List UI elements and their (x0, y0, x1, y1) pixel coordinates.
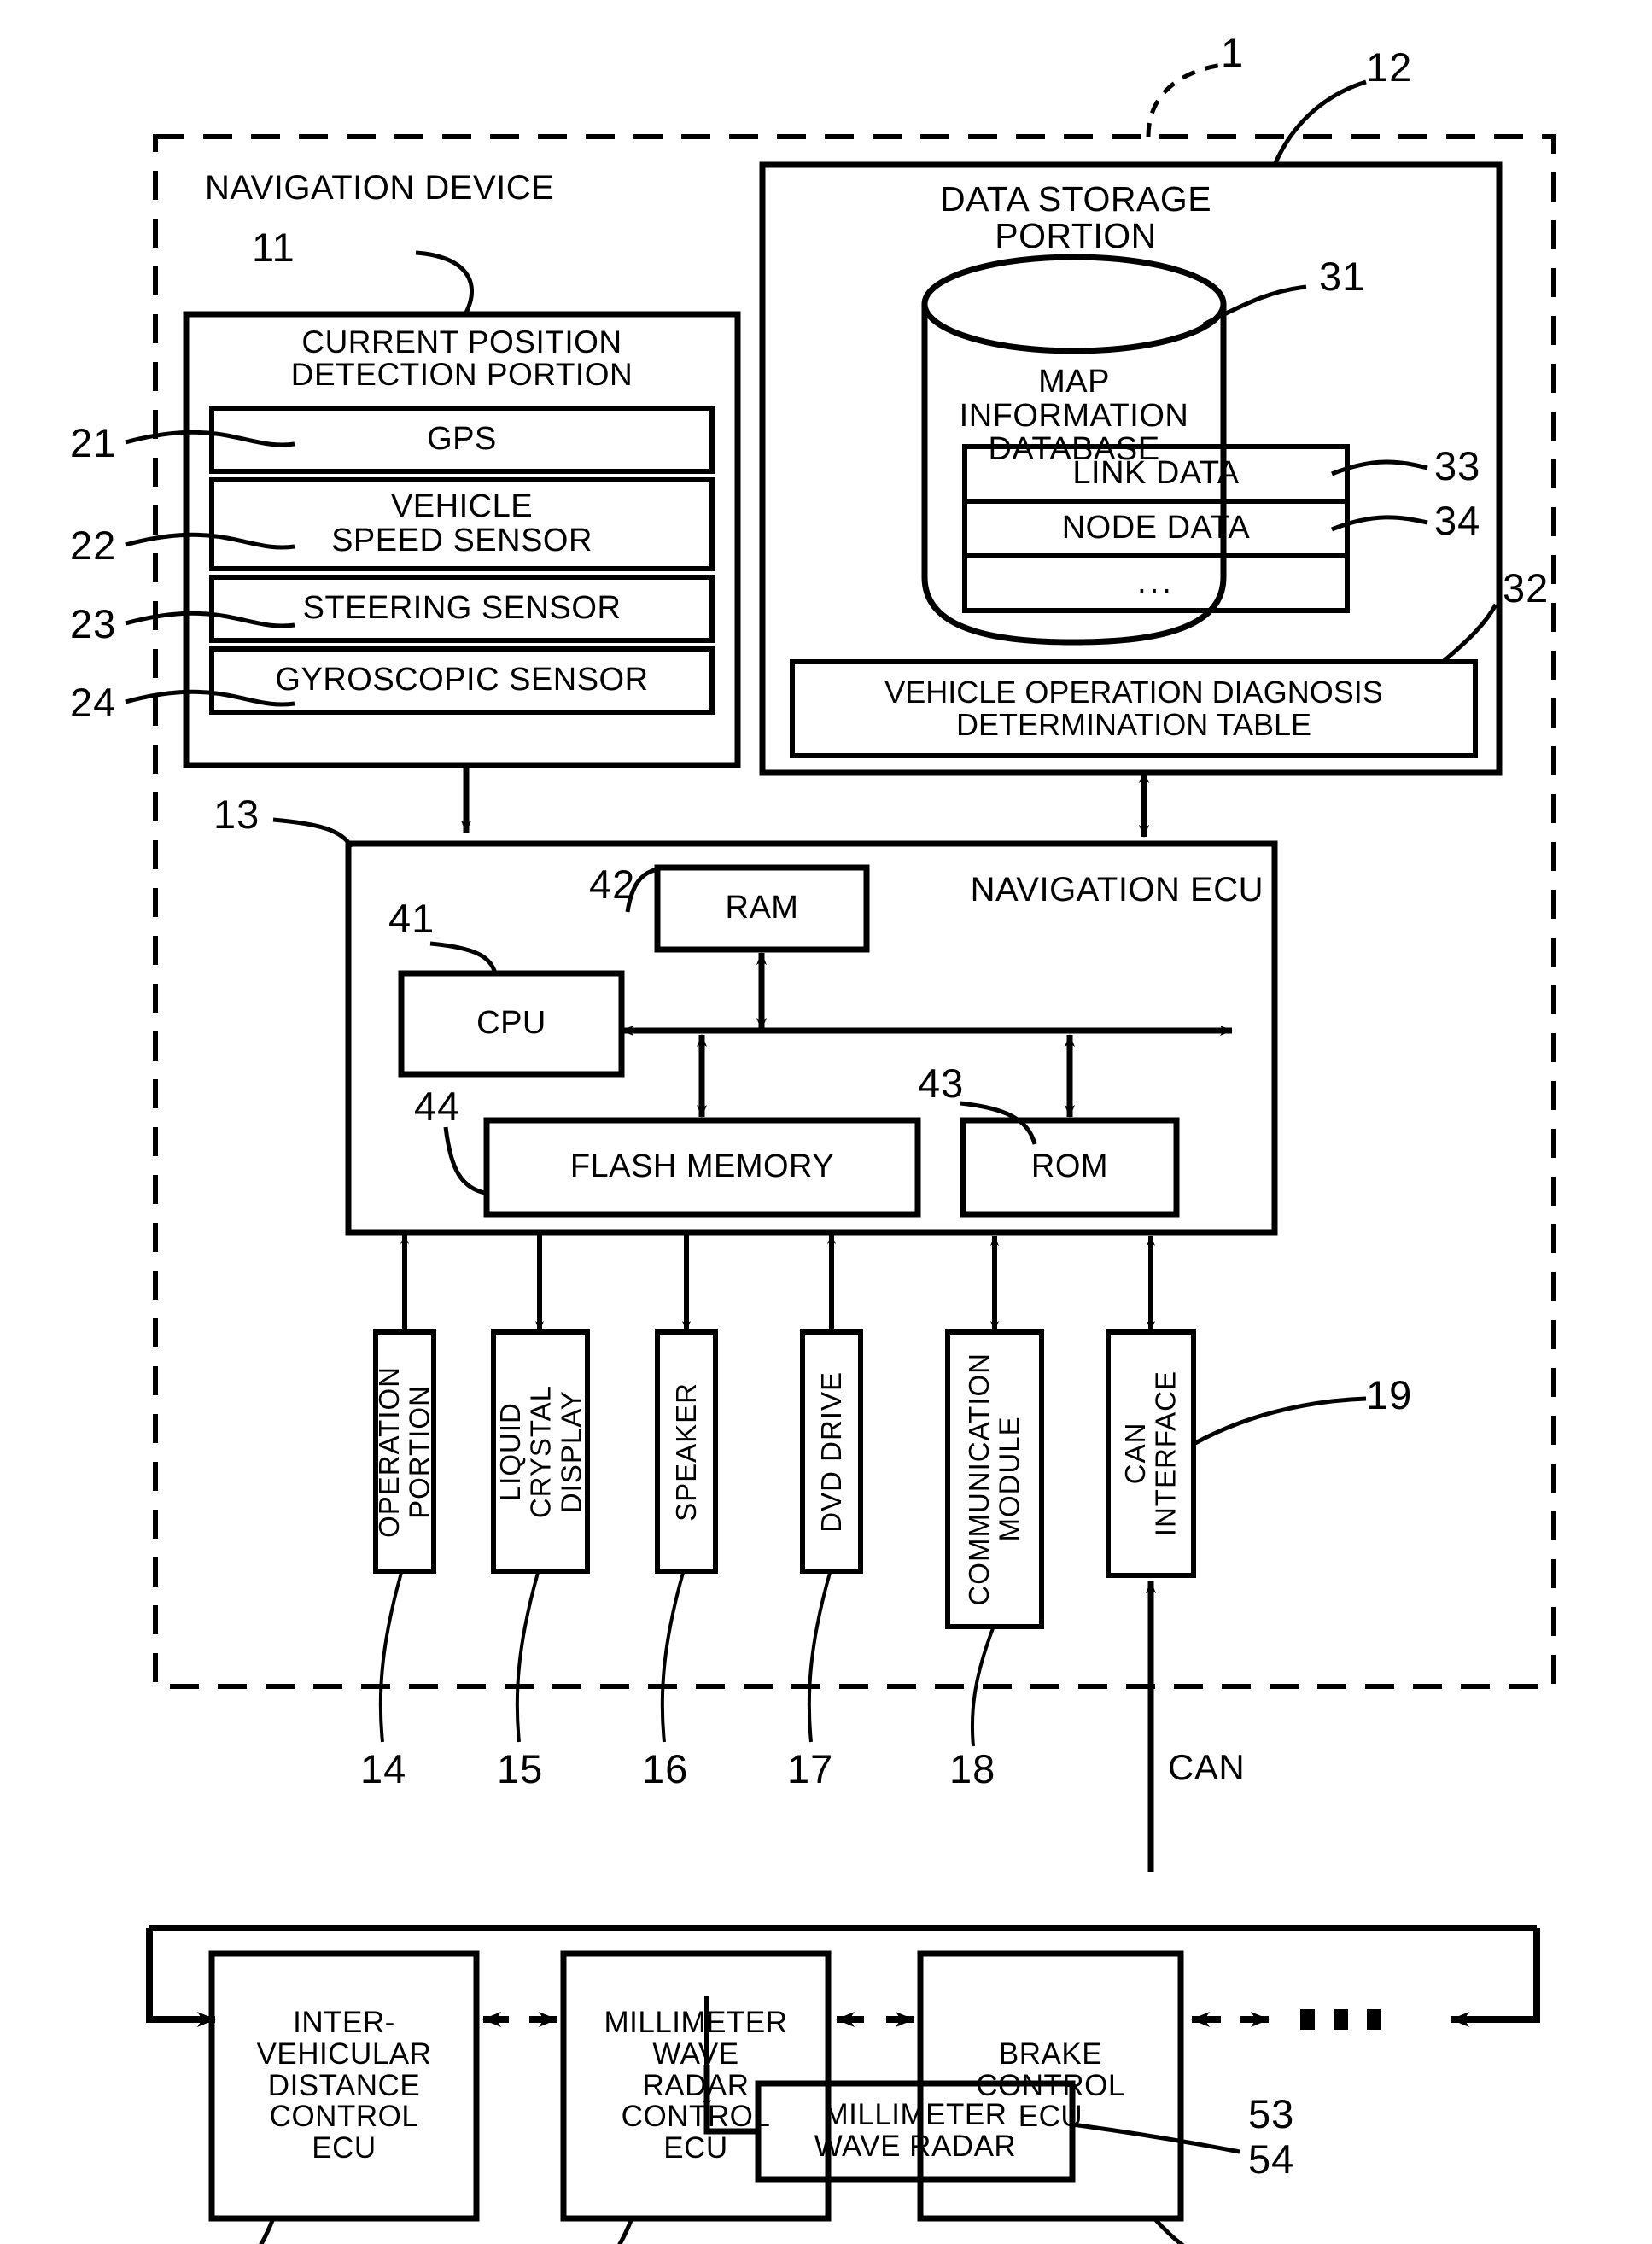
leader-15 (515, 1572, 540, 1743)
ref-14: 14 (360, 1746, 407, 1791)
database-ellipsis-label: ... (1137, 564, 1175, 601)
ref-17: 17 (787, 1746, 834, 1791)
ref-41: 41 (388, 896, 435, 941)
ref-54: 54 (1248, 2136, 1295, 2182)
speaker-label: SPEAKER (670, 1382, 703, 1522)
ref-1: 1 (1221, 30, 1245, 75)
ref-44: 44 (414, 1084, 461, 1129)
leader-41 (429, 941, 498, 974)
ellipsis-dot-1 (1300, 2009, 1315, 2030)
ref-43: 43 (918, 1061, 965, 1106)
ref-19: 19 (1366, 1372, 1413, 1417)
leader-53 (1153, 2217, 1185, 2244)
leader-16 (660, 1572, 685, 1743)
leader-17 (807, 1572, 832, 1743)
leader-14 (378, 1572, 403, 1743)
ref-16: 16 (642, 1746, 689, 1791)
data-storage-title: DATA STORAGE PORTION (939, 179, 1212, 255)
ref-31: 31 (1319, 254, 1366, 299)
liquid-crystal-display-box: LIQUID CRYSTAL DISPLAY (493, 1332, 587, 1571)
steering-sensor-label: STEERING SENSOR (302, 590, 622, 627)
leader-52 (617, 2218, 634, 2244)
ref-21: 21 (70, 420, 117, 465)
ellipsis-dot-3 (1367, 2009, 1381, 2030)
leader-12 (1272, 79, 1367, 166)
leader-32 (1441, 603, 1498, 663)
can-interface-box: CAN INTERFACE (1108, 1332, 1194, 1575)
leader-44 (443, 1126, 489, 1196)
link-data-label: LINK DATA (1072, 455, 1240, 492)
ellipsis-dot-2 (1334, 2009, 1348, 2030)
ref-42: 42 (589, 862, 636, 907)
millimeter-wave-radar-label: MILLIMETER WAVE RADAR (814, 2098, 1017, 2163)
communication-module-label: COMMUNICATION MODULE (963, 1353, 1025, 1606)
leader-1 (1146, 62, 1223, 137)
navigation-device-label: NAVIGATION DEVICE (205, 169, 555, 207)
can-bus-left (146, 1928, 190, 2023)
gyroscopic-sensor-label: GYROSCOPIC SENSOR (275, 662, 649, 698)
node-data-label: NODE DATA (1061, 510, 1251, 546)
cpu-label: CPU (476, 1005, 546, 1042)
dvd-drive-label: DVD DRIVE (815, 1370, 848, 1533)
operation-portion-label: OPERATION PORTION (373, 1365, 435, 1538)
ref-13: 13 (213, 792, 260, 837)
inter-vehicular-ecu-label: INTER- VEHICULAR DISTANCE CONTROL ECU (256, 2006, 432, 2165)
speaker-box: SPEAKER (657, 1332, 715, 1571)
leader-11 (415, 250, 475, 316)
ref-12: 12 (1366, 44, 1413, 90)
can-bus-label: CAN (1168, 1747, 1246, 1787)
communication-module-box: COMMUNICATION MODULE (948, 1332, 1042, 1627)
operation-portion-box: OPERATION PORTION (373, 1332, 435, 1571)
dvd-drive-box: DVD DRIVE (803, 1332, 861, 1571)
ref-33: 33 (1434, 443, 1481, 488)
flash-memory-label: FLASH MEMORY (569, 1148, 835, 1185)
ref-22: 22 (70, 523, 117, 568)
ref-11: 11 (252, 225, 295, 270)
rom-label: ROM (1030, 1148, 1109, 1185)
ref-15: 15 (497, 1746, 544, 1791)
diagnosis-table-label: VEHICLE OPERATION DIAGNOSIS DETERMINATIO… (884, 675, 1383, 742)
ref-23: 23 (70, 601, 117, 646)
leader-19 (1194, 1396, 1367, 1446)
ref-32: 32 (1503, 565, 1550, 611)
ref-18: 18 (949, 1746, 996, 1791)
gps-label: GPS (427, 421, 497, 458)
current-position-title: CURRENT POSITION DETECTION PORTION (290, 324, 633, 393)
ref-53: 53 (1248, 2091, 1295, 2136)
leader-13 (272, 817, 354, 849)
liquid-crystal-display-label: LIQUID CRYSTAL DISPLAY (493, 1384, 587, 1519)
leader-51 (259, 2218, 276, 2244)
figure-canvas: NAVIGATION DEVICE 1 12 11 CURRENT POSITI… (0, 0, 1652, 2244)
can-interface-label: CAN INTERFACE (1119, 1370, 1182, 1537)
ram-label: RAM (725, 890, 799, 926)
navigation-ecu-title: NAVIGATION ECU (970, 871, 1264, 909)
ref-24: 24 (70, 680, 117, 725)
ref-34: 34 (1434, 498, 1481, 543)
can-bus-right (1487, 1928, 1540, 2023)
vehicle-speed-sensor-label: VEHICLE SPEED SENSOR (331, 488, 593, 558)
